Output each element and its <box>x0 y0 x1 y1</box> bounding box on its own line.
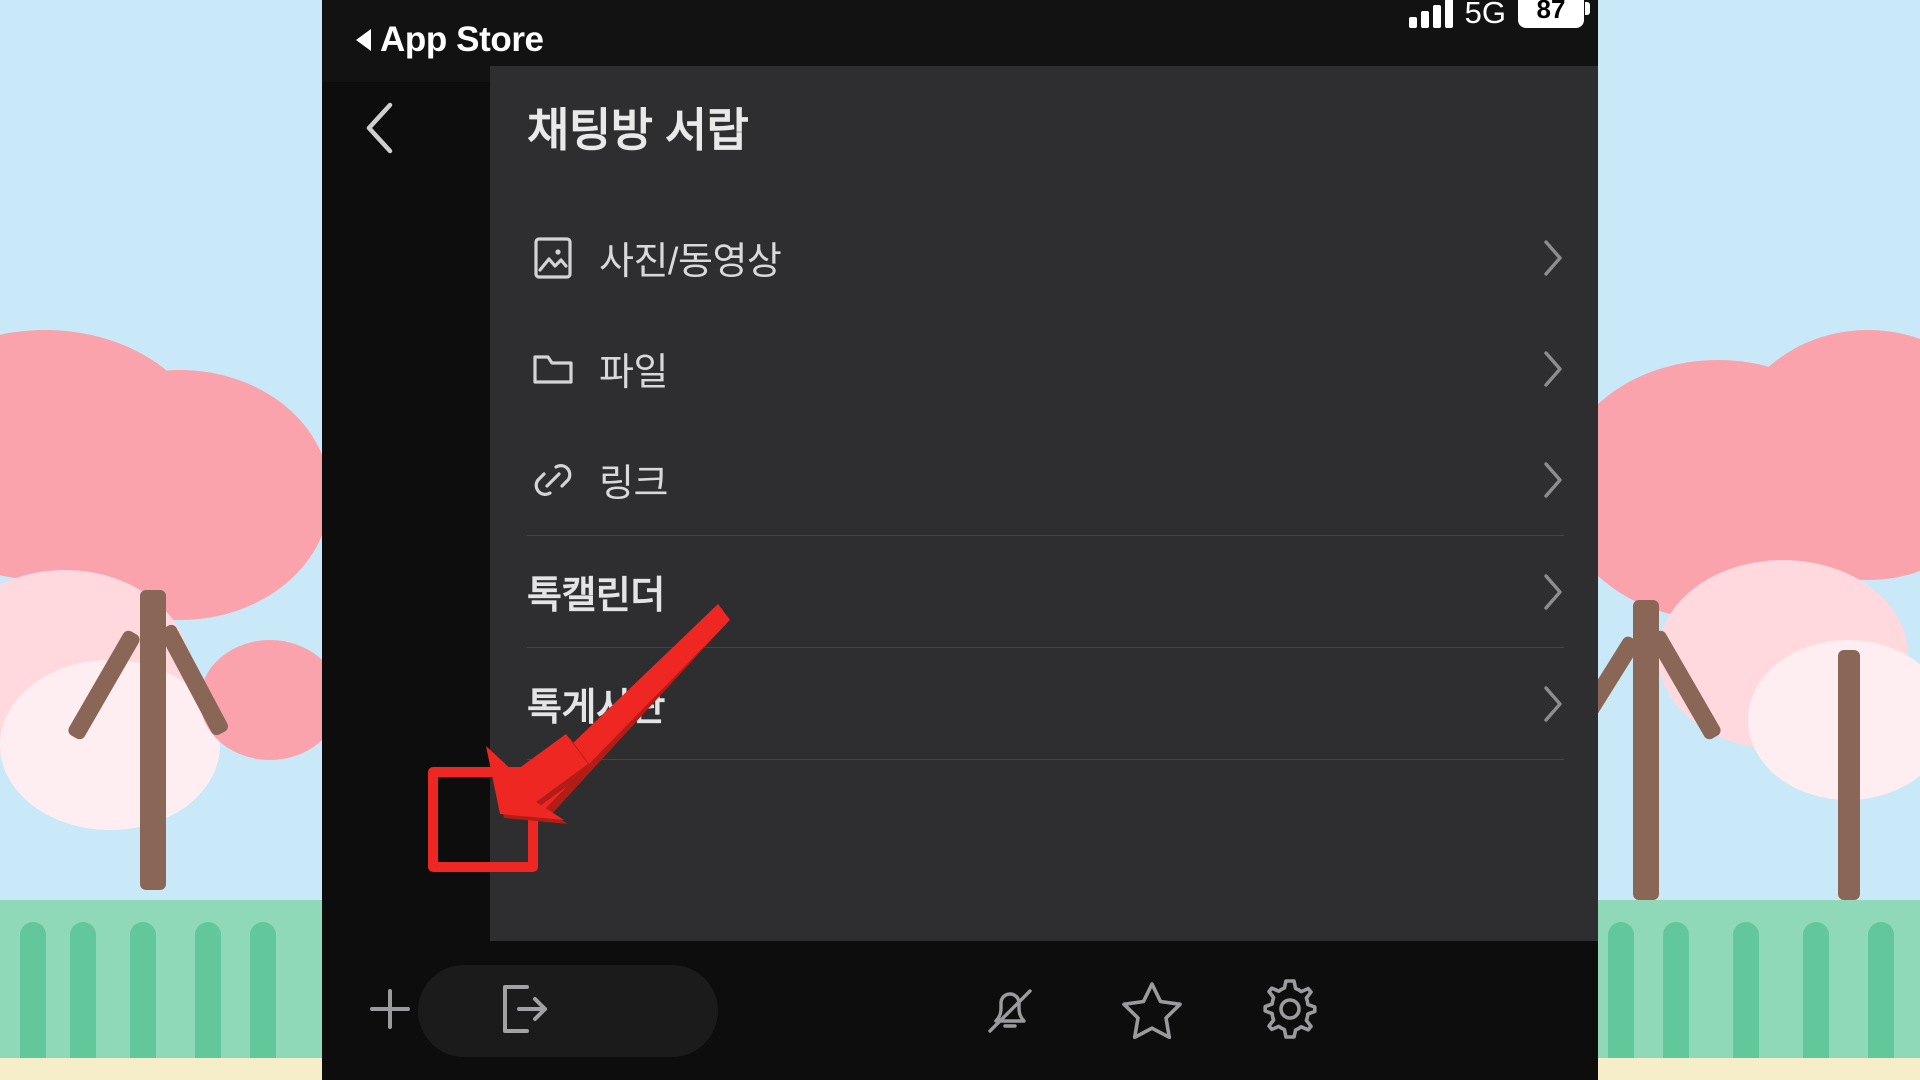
path-shape <box>0 1058 322 1080</box>
screenshot-root: App Store 5G 87 채팅방 서랍 사진/동영상 파일 링크 톡캘린더… <box>0 0 1920 1080</box>
grass-shape <box>20 922 46 1062</box>
drawer-item-label: 사진/동영상 <box>599 241 782 283</box>
chat-drawer-panel: 채팅방 서랍 사진/동영상 파일 링크 톡캘린더 톡게시판 <box>490 66 1598 1080</box>
drawer-item-label: 톡게시판 <box>527 687 665 729</box>
phone-screen: App Store 5G 87 채팅방 서랍 사진/동영상 파일 링크 톡캘린더… <box>322 0 1598 1080</box>
chevron-left-icon[interactable] <box>360 100 400 156</box>
battery-icon: 87 <box>1518 0 1590 28</box>
drawer-item-label: 링크 <box>599 463 668 505</box>
chevron-right-icon <box>1542 239 1564 277</box>
drawer-item-talk-board[interactable]: 톡게시판 <box>490 648 1598 759</box>
grass-shape <box>1803 922 1829 1062</box>
bell-off-icon <box>978 977 1042 1046</box>
mute-button[interactable] <box>962 963 1058 1059</box>
chevron-right-icon <box>1542 685 1564 723</box>
grass-shape <box>1868 922 1894 1062</box>
path-shape <box>1598 1058 1920 1080</box>
grass-shape <box>1663 922 1689 1062</box>
drawer-list: 사진/동영상 파일 링크 톡캘린더 톡게시판 <box>490 202 1598 760</box>
drawer-item-links[interactable]: 링크 <box>490 424 1598 535</box>
drawer-header: 채팅방 서랍 <box>490 66 1598 202</box>
settings-button[interactable] <box>1242 963 1338 1059</box>
gear-icon <box>1257 976 1323 1047</box>
star-icon <box>1119 976 1185 1047</box>
wallpaper-right <box>1598 0 1920 1080</box>
drawer-item-label: 파일 <box>599 352 668 394</box>
back-to-app-store-link[interactable]: App Store <box>356 20 544 60</box>
grass-shape <box>250 922 276 1062</box>
add-button[interactable] <box>342 963 438 1059</box>
annotation-highlight-box <box>428 767 538 872</box>
chevron-right-icon <box>1542 350 1564 388</box>
page-title: 채팅방 서랍 <box>527 104 749 156</box>
drawer-item-files[interactable]: 파일 <box>490 313 1598 424</box>
back-to-app-store-label: App Store <box>380 20 544 59</box>
triangle-left-icon <box>356 29 371 51</box>
folder-icon <box>527 343 579 395</box>
list-divider <box>527 759 1564 760</box>
plus-icon <box>360 979 420 1044</box>
wallpaper-left <box>0 0 322 1080</box>
chevron-right-icon <box>1542 573 1564 611</box>
network-type-label: 5G <box>1464 0 1506 30</box>
status-indicators: 5G 87 <box>1408 0 1590 30</box>
grass-shape <box>130 922 156 1062</box>
drawer-item-talk-calendar[interactable]: 톡캘린더 <box>490 536 1598 647</box>
chevron-right-icon <box>1542 461 1564 499</box>
grass-shape <box>195 922 221 1062</box>
cellular-signal-icon <box>1408 0 1453 28</box>
bottom-toolbar <box>322 941 1598 1080</box>
leave-chat-button[interactable] <box>477 963 573 1059</box>
drawer-item-label: 톡캘린더 <box>527 575 665 617</box>
grass-shape <box>1608 922 1634 1062</box>
tree-trunk <box>1838 650 1860 900</box>
grass-shape <box>70 922 96 1062</box>
exit-arrow-icon <box>493 977 557 1046</box>
battery-level-label: 87 <box>1536 0 1566 24</box>
photo-video-icon <box>527 232 579 284</box>
favorite-button[interactable] <box>1104 963 1200 1059</box>
grass-shape <box>1733 922 1759 1062</box>
drawer-item-photos[interactable]: 사진/동영상 <box>490 202 1598 313</box>
link-icon <box>527 454 579 506</box>
